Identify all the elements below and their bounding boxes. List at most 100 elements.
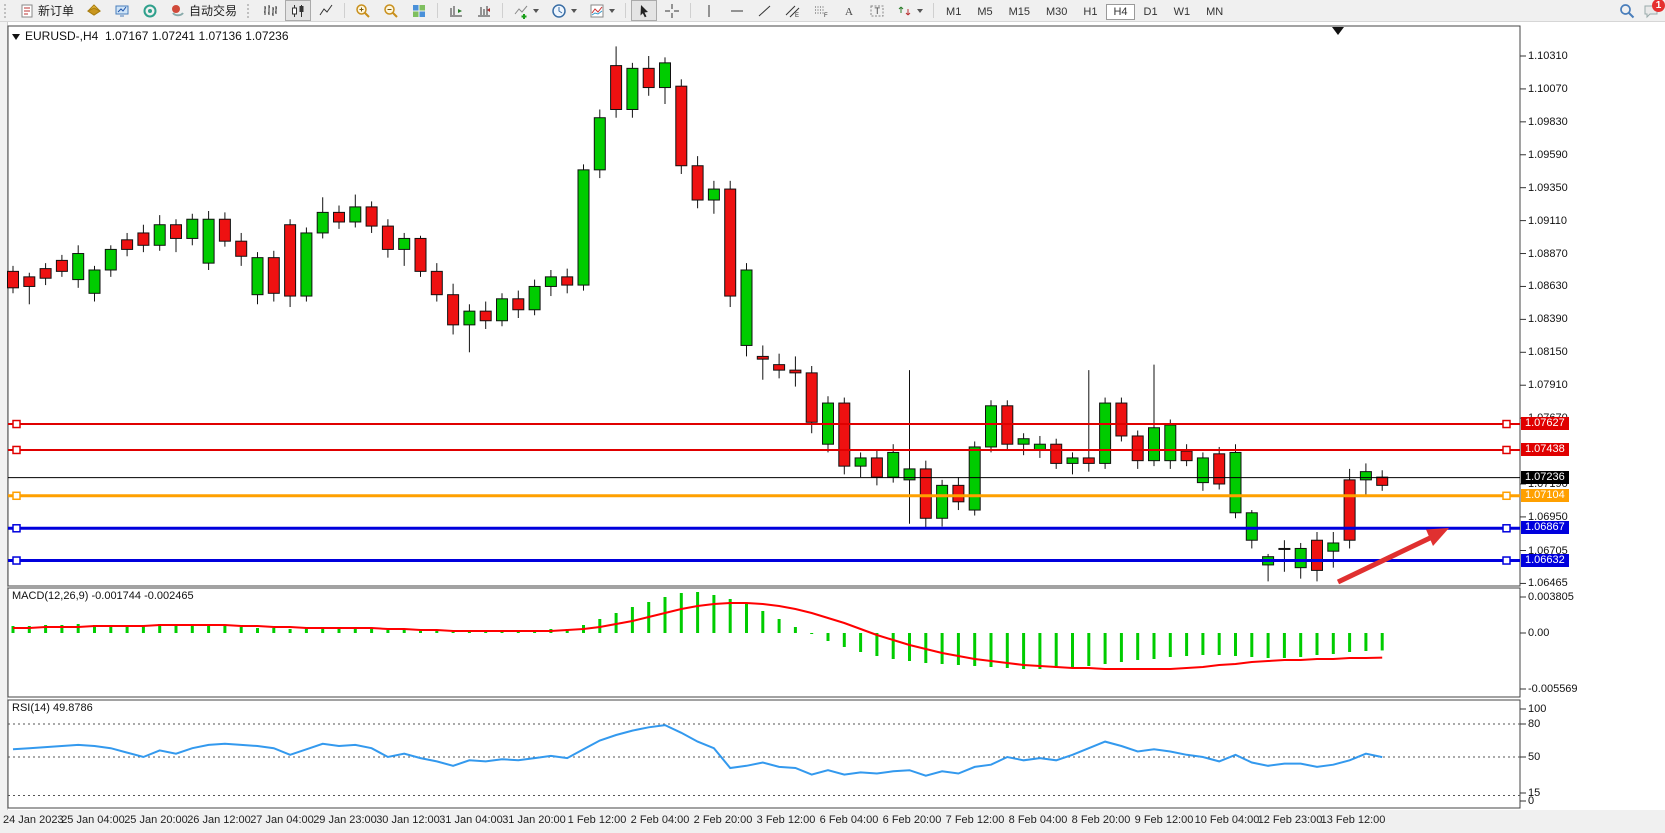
vertical-line-button[interactable] — [696, 0, 722, 21]
candle — [871, 458, 882, 477]
candle — [138, 233, 149, 245]
trendline-icon — [757, 3, 773, 19]
candle — [1328, 543, 1339, 551]
timeframe-d1[interactable]: D1 — [1137, 4, 1165, 20]
timeframe-w1[interactable]: W1 — [1167, 4, 1198, 20]
candle — [855, 458, 866, 466]
metaeditor-button[interactable] — [81, 0, 107, 21]
candle — [1116, 403, 1127, 436]
crosshair-button[interactable] — [659, 0, 685, 21]
candle — [317, 212, 328, 233]
timeframe-m30[interactable]: M30 — [1039, 4, 1074, 20]
arrows-button[interactable] — [892, 0, 928, 21]
notifications-button[interactable]: 1 — [1643, 3, 1659, 19]
cursor-button[interactable] — [631, 0, 657, 21]
crosshair-icon — [664, 3, 680, 19]
new-order-button[interactable]: 新订单 — [14, 0, 79, 21]
candle — [1360, 472, 1371, 480]
candle — [1083, 458, 1094, 463]
candle — [920, 469, 931, 518]
candle — [839, 403, 850, 466]
candle — [1377, 477, 1388, 485]
auto-scroll-button[interactable] — [471, 0, 497, 21]
market-watch-button[interactable] — [109, 0, 135, 21]
candle — [1279, 548, 1290, 549]
candle — [40, 269, 51, 279]
line-handle[interactable] — [13, 421, 20, 428]
candle — [611, 66, 622, 110]
zoom-out-icon — [383, 3, 399, 19]
line-handle[interactable] — [13, 446, 20, 453]
autotrading-icon — [170, 3, 186, 19]
candle — [73, 254, 84, 280]
candle — [464, 311, 475, 325]
toolbar-grip — [4, 4, 9, 18]
line-handle[interactable] — [13, 492, 20, 499]
templates-button[interactable] — [584, 0, 620, 21]
line-handle[interactable] — [13, 525, 20, 532]
candle — [448, 295, 459, 325]
line-handle[interactable] — [1503, 446, 1510, 453]
line-handle[interactable] — [1503, 557, 1510, 564]
candle — [969, 447, 980, 510]
trendline-button[interactable] — [752, 0, 778, 21]
notification-badge: 1 — [1652, 0, 1665, 12]
timeframe-h1[interactable]: H1 — [1076, 4, 1104, 20]
chevron-down-icon — [609, 9, 615, 13]
line-handle[interactable] — [1503, 525, 1510, 532]
candle — [1214, 454, 1225, 484]
zoom-in-button[interactable] — [350, 0, 376, 21]
auto-scroll-icon — [476, 3, 492, 19]
signals-button[interactable] — [137, 0, 163, 21]
timeframe-h4[interactable]: H4 — [1106, 4, 1134, 20]
candle — [1181, 451, 1192, 461]
candle — [203, 219, 214, 263]
candle — [529, 286, 540, 309]
candle — [236, 241, 247, 256]
candlestick-chart-icon — [290, 3, 306, 19]
main-chart-pane[interactable] — [8, 26, 1520, 586]
timeframe-m1[interactable]: M1 — [939, 4, 968, 20]
text-button[interactable]: A — [836, 0, 862, 21]
line-handle[interactable] — [1503, 492, 1510, 499]
fibonacci-button[interactable]: F — [808, 0, 834, 21]
bar-chart-button[interactable] — [257, 0, 283, 21]
line-chart-button[interactable] — [313, 0, 339, 21]
timeframe-m5[interactable]: M5 — [970, 4, 999, 20]
candle — [1230, 452, 1241, 512]
svg-text:E: E — [795, 13, 799, 19]
toolbar-separator — [344, 3, 345, 18]
periods-button[interactable] — [546, 0, 582, 21]
candle — [1246, 513, 1257, 540]
search-icon[interactable] — [1619, 3, 1635, 19]
zoom-out-button[interactable] — [378, 0, 404, 21]
equidistant-channel-button[interactable]: E — [780, 0, 806, 21]
new-order-label: 新订单 — [38, 2, 74, 19]
indicators-button[interactable] — [508, 0, 544, 21]
candle — [1149, 428, 1160, 461]
candle — [904, 469, 915, 480]
candle — [252, 258, 263, 295]
rsi-pane[interactable] — [8, 700, 1520, 808]
candle — [660, 63, 671, 88]
bar-chart-icon — [262, 3, 278, 19]
svg-text:T: T — [875, 6, 881, 16]
metaeditor-icon — [86, 3, 102, 19]
timeframe-mn[interactable]: MN — [1199, 4, 1230, 20]
line-handle[interactable] — [13, 557, 20, 564]
horizontal-line-button[interactable] — [724, 0, 750, 21]
candlestick-chart-button[interactable] — [285, 0, 311, 21]
chart-canvas[interactable] — [0, 0, 1665, 833]
chart-shift-button[interactable] — [443, 0, 469, 21]
chevron-down-icon — [571, 9, 577, 13]
candle — [888, 452, 899, 477]
line-handle[interactable] — [1503, 421, 1510, 428]
templates-icon — [589, 3, 605, 19]
indicators-icon — [513, 3, 529, 19]
line-chart-icon — [318, 3, 334, 19]
tile-windows-button[interactable] — [406, 0, 432, 21]
arrows-icon — [897, 3, 913, 19]
timeframe-m15[interactable]: M15 — [1002, 4, 1037, 20]
text-label-button[interactable]: T — [864, 0, 890, 21]
autotrading-button[interactable]: 自动交易 — [165, 0, 242, 21]
